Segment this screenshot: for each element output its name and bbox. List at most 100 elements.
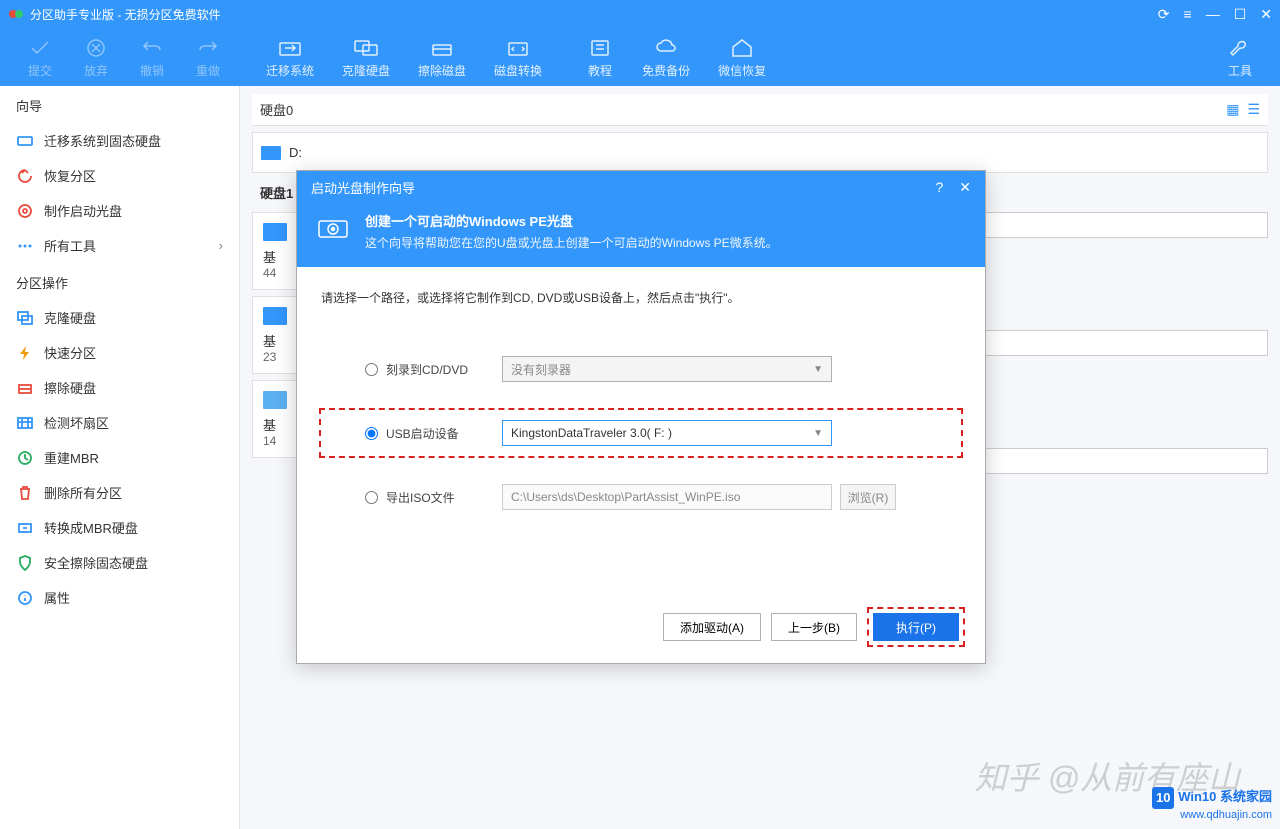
lightning-icon [16,344,34,362]
dialog-instruction: 请选择一个路径，或选择将它制作到CD, DVD或USB设备上，然后点击"执行"。 [321,289,961,306]
migrate-button[interactable]: 迁移系统 [252,36,328,79]
app-logo-icon [8,6,24,22]
wechat-icon [728,36,756,60]
backup-button[interactable]: 免费备份 [628,36,704,79]
disk-card-1[interactable]: 基 44 [252,212,298,290]
discard-button[interactable]: 放弃 [68,36,124,79]
pe-disc-icon [315,211,351,243]
sidebar-item-all-tools[interactable]: 所有工具 › [0,228,239,263]
label-cd: 刻录到CD/DVD [386,361,502,378]
tutorial-button[interactable]: 教程 [572,36,628,79]
wechat-recovery-button[interactable]: 微信恢复 [704,36,780,79]
help-icon[interactable]: ? [935,179,943,196]
disk0-block[interactable]: D: [252,132,1268,173]
title-bar: 分区助手专业版 - 无损分区免费软件 ⟳ ≡ — ☐ ✕ [0,0,1280,28]
radio-cd[interactable] [365,363,378,376]
sidebar-item-secure-erase-ssd[interactable]: 安全擦除固态硬盘 [0,545,239,580]
list-view-icon[interactable]: ☰ [1247,101,1260,118]
label-iso: 导出ISO文件 [386,489,502,506]
disk-icon [263,307,287,325]
chevron-down-icon: ▼ [813,428,823,439]
radio-iso[interactable] [365,491,378,504]
add-driver-button[interactable]: 添加驱动(A) [663,613,761,641]
execute-highlight: 执行(P) [867,607,965,647]
maximize-icon[interactable]: ☐ [1234,6,1247,23]
clone-disk-button[interactable]: 克隆硬盘 [328,36,404,79]
drive-d-label: D: [289,145,302,160]
sidebar-item-rebuild-mbr[interactable]: 重建MBR [0,440,239,475]
clone-icon [352,36,380,60]
prev-button[interactable]: 上一步(B) [771,613,857,641]
rebuild-icon [16,449,34,467]
partition-section-title: 分区操作 [0,263,239,300]
info-icon [16,589,34,607]
dialog-title-bar: 启动光盘制作向导 ? ✕ [297,171,985,203]
dialog-body: 请选择一个路径，或选择将它制作到CD, DVD或USB设备上，然后点击"执行"。… [297,267,985,558]
sidebar-item-delete-all-partitions[interactable]: 删除所有分区 [0,475,239,510]
dropdown-cd-burner[interactable]: 没有刻录器 ▼ [502,356,832,382]
cloud-icon [652,36,680,60]
recover-icon [16,167,34,185]
redo-button[interactable]: 重做 [180,36,236,79]
wipe-disk-button[interactable]: 擦除磁盘 [404,36,480,79]
tools-button[interactable]: 工具 [1212,36,1268,79]
close-icon[interactable]: ✕ [1260,6,1272,23]
dropdown-usb-device[interactable]: KingstonDataTraveler 3.0( F: ) ▼ [502,420,832,446]
sidebar-item-wipe-disk[interactable]: 擦除硬盘 [0,370,239,405]
option-usb-row: USB启动设备 KingstonDataTraveler 3.0( F: ) ▼ [319,408,963,458]
sidebar-item-check-bad-sector[interactable]: 检测坏扇区 [0,405,239,440]
wizard-section-title: 向导 [0,86,239,123]
option-iso-row: 导出ISO文件 C:\Users\ds\Desktop\PartAssist_W… [321,484,961,510]
undo-button[interactable]: 撤销 [124,36,180,79]
convert-icon [504,36,532,60]
chevron-down-icon: ▼ [813,364,823,375]
disk-card-2[interactable]: 基 23 [252,296,298,374]
option-cd-row: 刻录到CD/DVD 没有刻录器 ▼ [321,356,961,382]
execute-button[interactable]: 执行(P) [873,613,959,641]
redo-icon [194,36,222,60]
scan-icon [16,414,34,432]
disk-card-3[interactable]: 基 14 [252,380,298,458]
eraser-icon [428,36,456,60]
browse-button[interactable]: 浏览(R) [840,484,896,510]
check-icon [26,36,54,60]
convert-disk-button[interactable]: 磁盘转换 [480,36,556,79]
submit-button[interactable]: 提交 [12,36,68,79]
disk0-label: 硬盘0 [260,100,293,119]
corner-logo: 10Win10 系统家园 www.qdhuajin.com [1152,786,1272,821]
iso-path-field[interactable]: C:\Users\ds\Desktop\PartAssist_WinPE.iso [502,484,832,510]
menu-icon[interactable]: ≡ [1184,6,1192,23]
minimize-icon[interactable]: — [1206,6,1220,23]
sidebar-item-quick-partition[interactable]: 快速分区 [0,335,239,370]
wrench-icon [1226,36,1254,60]
window-title: 分区助手专业版 - 无损分区免费软件 [30,6,221,23]
sidebar-item-clone-disk[interactable]: 克隆硬盘 [0,300,239,335]
radio-usb[interactable] [365,427,378,440]
window-controls: ⟳ ≡ — ☐ ✕ [1158,6,1272,23]
banner-title: 创建一个可启动的Windows PE光盘 [365,211,778,230]
cancel-icon [82,36,110,60]
sidebar-item-properties[interactable]: 属性 [0,580,239,615]
banner-subtitle: 这个向导将帮助您在您的U盘或光盘上创建一个可启动的Windows PE微系统。 [365,234,778,251]
sidebar-item-convert-mbr[interactable]: 转换成MBR硬盘 [0,510,239,545]
sidebar-item-make-boot-disk[interactable]: 制作启动光盘 [0,193,239,228]
boot-disk-wizard-dialog: 启动光盘制作向导 ? ✕ 创建一个可启动的Windows PE光盘 这个向导将帮… [296,170,986,664]
dialog-title-text: 启动光盘制作向导 [311,178,415,197]
wipe-icon [16,379,34,397]
sidebar-item-recover-partition[interactable]: 恢复分区 [0,158,239,193]
disk-icon [263,391,287,409]
clone-small-icon [16,309,34,327]
more-icon [16,237,34,255]
ssd-icon [16,132,34,150]
drive-icon [261,146,281,160]
migrate-icon [276,36,304,60]
dialog-banner: 创建一个可启动的Windows PE光盘 这个向导将帮助您在您的U盘或光盘上创建… [297,203,985,267]
dialog-footer: 添加驱动(A) 上一步(B) 执行(P) [663,607,965,647]
sidebar: 向导 迁移系统到固态硬盘 恢复分区 制作启动光盘 所有工具 › 分区操作 克隆硬… [0,86,240,829]
convert-small-icon [16,519,34,537]
dialog-close-icon[interactable]: ✕ [959,179,971,196]
grid-view-icon[interactable]: ▦ [1226,101,1239,118]
refresh-icon[interactable]: ⟳ [1158,6,1170,23]
shield-icon [16,554,34,572]
sidebar-item-migrate-ssd[interactable]: 迁移系统到固态硬盘 [0,123,239,158]
